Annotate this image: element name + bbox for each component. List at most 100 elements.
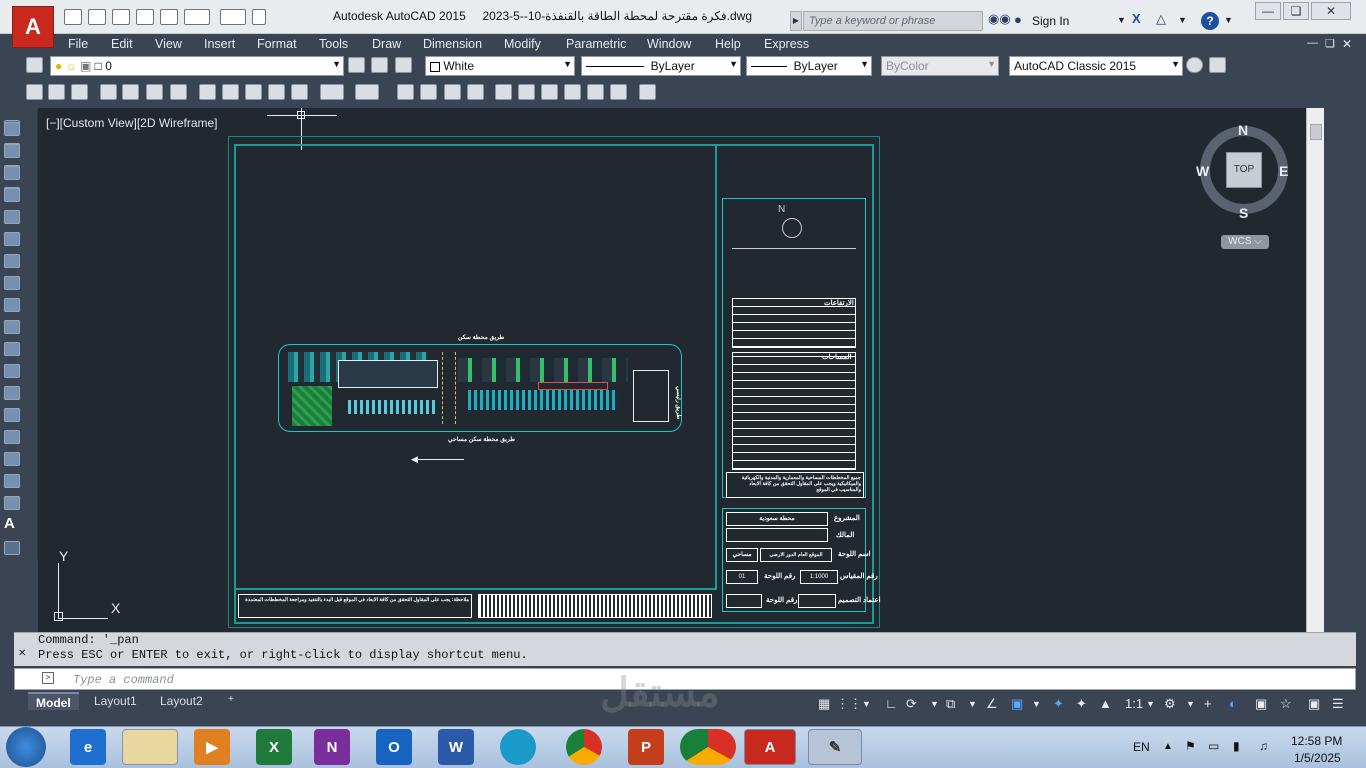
blend-curves-icon[interactable] (4, 474, 20, 488)
mirror-icon[interactable] (4, 166, 20, 180)
array-icon[interactable] (4, 210, 20, 224)
rotate-icon[interactable] (4, 254, 20, 268)
ortho-icon[interactable]: ∟ (885, 696, 898, 711)
calculator-icon[interactable] (610, 84, 627, 100)
cut-icon[interactable] (199, 84, 216, 100)
help-dropdown-icon[interactable]: ▼ (1224, 15, 1233, 25)
extend-icon[interactable] (4, 342, 20, 356)
plot-preview-icon[interactable] (122, 84, 139, 100)
explode-icon[interactable] (4, 496, 20, 510)
word-icon[interactable]: W (438, 729, 474, 765)
search-expand-icon[interactable]: ▶ (790, 11, 802, 31)
menu-modify[interactable]: Modify (504, 37, 541, 51)
object-track-icon[interactable]: ∠ (986, 696, 998, 712)
redo-icon[interactable] (220, 9, 246, 25)
tool-palettes-icon[interactable] (541, 84, 558, 100)
add-selected-icon[interactable] (4, 541, 20, 555)
tab-layout1[interactable]: Layout1 (86, 692, 145, 710)
match-properties-icon[interactable] (268, 84, 285, 100)
chrome-icon[interactable] (566, 729, 602, 765)
menu-tools[interactable]: Tools (319, 37, 348, 51)
flag-icon[interactable]: ⚑ (1185, 739, 1196, 753)
drawing-restore-icon[interactable]: ❏ (1325, 37, 1335, 50)
zoom-previous-icon[interactable] (467, 84, 484, 100)
help-icon[interactable] (639, 84, 656, 100)
zoom-window-icon[interactable] (444, 84, 461, 100)
linetype-dropdown[interactable]: ByLayer ▼ (581, 56, 741, 76)
add-layout-tab[interactable]: + (220, 692, 242, 710)
polar-icon[interactable]: ⟳ (906, 696, 917, 712)
sign-in-dropdown-icon[interactable]: ▼ (1117, 15, 1126, 25)
annotation-monitor-icon[interactable]: + (1204, 696, 1212, 711)
sign-in-button[interactable]: Sign In (1032, 14, 1069, 28)
layer-properties-icon[interactable] (26, 57, 43, 73)
make-current-icon[interactable] (348, 57, 365, 73)
isodraft-dropdown-icon[interactable]: ▼ (968, 699, 977, 709)
redo-icon[interactable] (355, 84, 379, 100)
plot-icon[interactable] (160, 9, 178, 25)
copy-object-icon[interactable] (4, 144, 20, 158)
quick-properties-icon[interactable]: ☆ (1280, 696, 1292, 712)
drawing-close-icon[interactable]: ✕ (1342, 37, 1352, 51)
autodesk-360-icon[interactable]: △ (1156, 11, 1166, 27)
new-icon[interactable] (26, 84, 43, 100)
color-dropdown[interactable]: White ▼ (425, 56, 575, 76)
zoom-realtime-icon[interactable] (420, 84, 437, 100)
scale-dropdown-icon[interactable]: ▼ (1146, 699, 1155, 709)
hardware-acceleration-icon[interactable]: ▣ (1255, 696, 1267, 712)
close-command-icon[interactable]: ✕ (18, 648, 26, 659)
vertical-scrollbar[interactable] (1306, 108, 1324, 632)
isodraft-icon[interactable]: ⧉ (946, 696, 955, 712)
onenote-icon[interactable]: N (314, 729, 350, 765)
pan-icon[interactable] (397, 84, 414, 100)
tab-layout2[interactable]: Layout2 (152, 692, 211, 710)
properties-icon[interactable] (495, 84, 512, 100)
close-icon[interactable]: ✕ (1311, 2, 1351, 20)
binoculars-icon[interactable]: ◉◉ (988, 11, 1011, 27)
menu-file[interactable]: File (68, 37, 88, 51)
undo-icon[interactable] (184, 9, 210, 25)
menu-format[interactable]: Format (257, 37, 297, 51)
start-button-icon[interactable] (6, 727, 46, 767)
paint-icon[interactable]: ✎ (808, 729, 862, 765)
menu-help[interactable]: Help (715, 37, 741, 51)
copy-icon[interactable] (222, 84, 239, 100)
clock-time[interactable]: 12:58 PM (1291, 734, 1342, 748)
connect-dropdown-icon[interactable]: ▼ (1178, 15, 1187, 25)
minimize-icon[interactable]: — (1255, 2, 1281, 20)
menu-draw[interactable]: Draw (372, 37, 401, 51)
auto-scale-icon[interactable]: ✦ (1076, 696, 1087, 712)
wcs-menu[interactable]: WCS ⌵ (1221, 235, 1269, 249)
snap-icon[interactable]: ⋮⋮ (836, 696, 862, 712)
annotation-visibility-icon[interactable]: ✦ (1053, 696, 1064, 712)
autocad-logo-icon[interactable]: A (12, 6, 54, 48)
open-icon[interactable] (48, 84, 65, 100)
layer-previous-icon[interactable] (371, 57, 388, 73)
design-center-icon[interactable] (518, 84, 535, 100)
clean-screen-icon[interactable] (1209, 57, 1226, 73)
internet-explorer-icon[interactable]: e (70, 729, 106, 765)
clean-screen-icon[interactable]: ▣ (1308, 696, 1320, 712)
menu-express[interactable]: Express (764, 37, 809, 51)
break-at-point-icon[interactable] (4, 364, 20, 378)
qat-dropdown-icon[interactable] (252, 9, 266, 25)
block-editor-icon[interactable] (291, 84, 308, 100)
erase-icon[interactable] (4, 122, 20, 136)
fillet-icon[interactable] (4, 452, 20, 466)
save-icon[interactable] (71, 84, 88, 100)
plot-icon[interactable] (100, 84, 117, 100)
menu-parametric[interactable]: Parametric (566, 37, 626, 51)
layer-dropdown[interactable]: ● ☼ ▣ □ 0 ▼ (50, 56, 344, 76)
workspace-gear-icon[interactable]: ⚙ (1164, 696, 1176, 712)
compass-east[interactable]: E (1279, 163, 1288, 179)
new-file-icon[interactable] (64, 9, 82, 25)
publish-icon[interactable] (146, 84, 163, 100)
paste-icon[interactable] (245, 84, 262, 100)
edge-icon[interactable] (500, 729, 536, 765)
object-snap-icon[interactable]: ▣ (1011, 696, 1023, 712)
drawing-canvas[interactable]: [−][Custom View][2D Wireframe] TOP N E S… (38, 108, 1306, 632)
open-file-icon[interactable] (88, 9, 106, 25)
network-icon[interactable]: ▭ (1208, 739, 1219, 753)
save-as-icon[interactable] (136, 9, 154, 25)
isolate-objects-icon[interactable]: ◐ (1229, 696, 1237, 711)
